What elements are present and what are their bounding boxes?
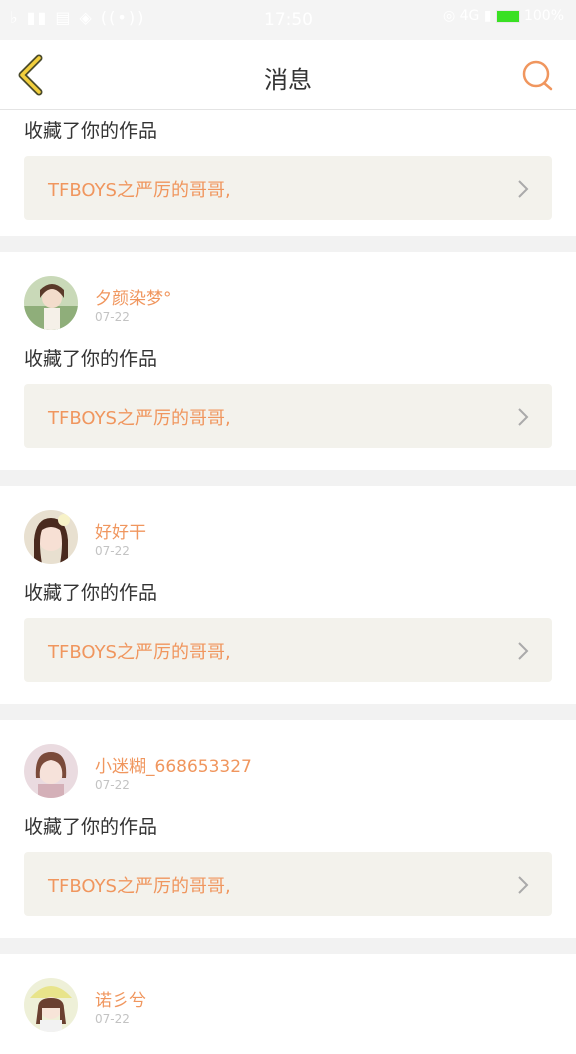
user-name[interactable]: 诺彡兮 <box>95 986 146 1011</box>
message-card: 夕颜染梦° 07-22 收藏了你的作品 TFBOYS之严厉的哥哥, <box>0 252 576 470</box>
status-icons-right: ◎ 4G ▮ 100% <box>443 8 564 24</box>
user-name[interactable]: 好好干 <box>95 518 146 543</box>
message-card: 诺彡兮 07-22 <box>0 954 576 1054</box>
search-icon <box>522 60 553 91</box>
user-row[interactable]: 小迷糊_668653327 07-22 <box>24 720 552 802</box>
search-button[interactable] <box>520 58 554 92</box>
user-name[interactable]: 夕颜染梦° <box>95 284 172 309</box>
work-title: TFBOYS之严厉的哥哥, <box>48 876 231 897</box>
action-text: 收藏了你的作品 <box>24 120 158 142</box>
message-list: 收藏了你的作品 TFBOYS之严厉的哥哥, 夕颜染梦° 07-22 收藏了你的作… <box>0 110 576 1054</box>
page-title: 消息 <box>264 66 312 94</box>
avatar[interactable] <box>24 510 78 564</box>
status-bar: ♭ ▮▮ ▤ ◈ ((•)) 17:50 ◎ 4G ▮ 100% <box>0 0 576 40</box>
status-icons-left: ♭ ▮▮ ▤ ◈ ((•)) <box>10 8 146 27</box>
work-title: TFBOYS之严厉的哥哥, <box>48 180 231 201</box>
message-card: 收藏了你的作品 TFBOYS之严厉的哥哥, <box>0 110 576 236</box>
user-name[interactable]: 小迷糊_668653327 <box>95 752 252 777</box>
avatar-image <box>24 744 78 798</box>
user-row[interactable]: 好好干 07-22 <box>24 486 552 568</box>
chevron-right-icon <box>518 180 529 198</box>
avatar-image <box>24 510 78 564</box>
message-card: 好好干 07-22 收藏了你的作品 TFBOYS之严厉的哥哥, <box>0 486 576 704</box>
work-link[interactable]: TFBOYS之严厉的哥哥, <box>24 852 552 916</box>
top-bar: 消息 <box>0 40 576 110</box>
message-card: 小迷糊_668653327 07-22 收藏了你的作品 TFBOYS之严厉的哥哥… <box>0 720 576 938</box>
signal-icons: ◎ 4G ▮ <box>442 8 492 24</box>
message-date: 07-22 <box>95 778 130 792</box>
avatar[interactable] <box>24 276 78 330</box>
chevron-right-icon <box>518 876 529 894</box>
user-row[interactable]: 夕颜染梦° 07-22 <box>24 252 552 334</box>
avatar-image <box>24 276 78 330</box>
message-date: 07-22 <box>95 310 130 324</box>
status-time: 17:50 <box>264 10 313 30</box>
chevron-right-icon <box>518 642 529 660</box>
message-date: 07-22 <box>95 544 130 558</box>
work-link[interactable]: TFBOYS之严厉的哥哥, <box>24 618 552 682</box>
action-text: 收藏了你的作品 <box>24 582 158 604</box>
work-title: TFBOYS之严厉的哥哥, <box>48 408 231 429</box>
chevron-right-icon <box>518 408 529 426</box>
work-link[interactable]: TFBOYS之严厉的哥哥, <box>24 156 552 220</box>
battery-icon <box>495 9 520 23</box>
work-link[interactable]: TFBOYS之严厉的哥哥, <box>24 384 552 448</box>
avatar[interactable] <box>24 744 78 798</box>
action-text: 收藏了你的作品 <box>24 816 158 838</box>
battery-level: 100% <box>523 8 564 24</box>
action-text: 收藏了你的作品 <box>24 348 158 370</box>
work-title: TFBOYS之严厉的哥哥, <box>48 642 231 663</box>
